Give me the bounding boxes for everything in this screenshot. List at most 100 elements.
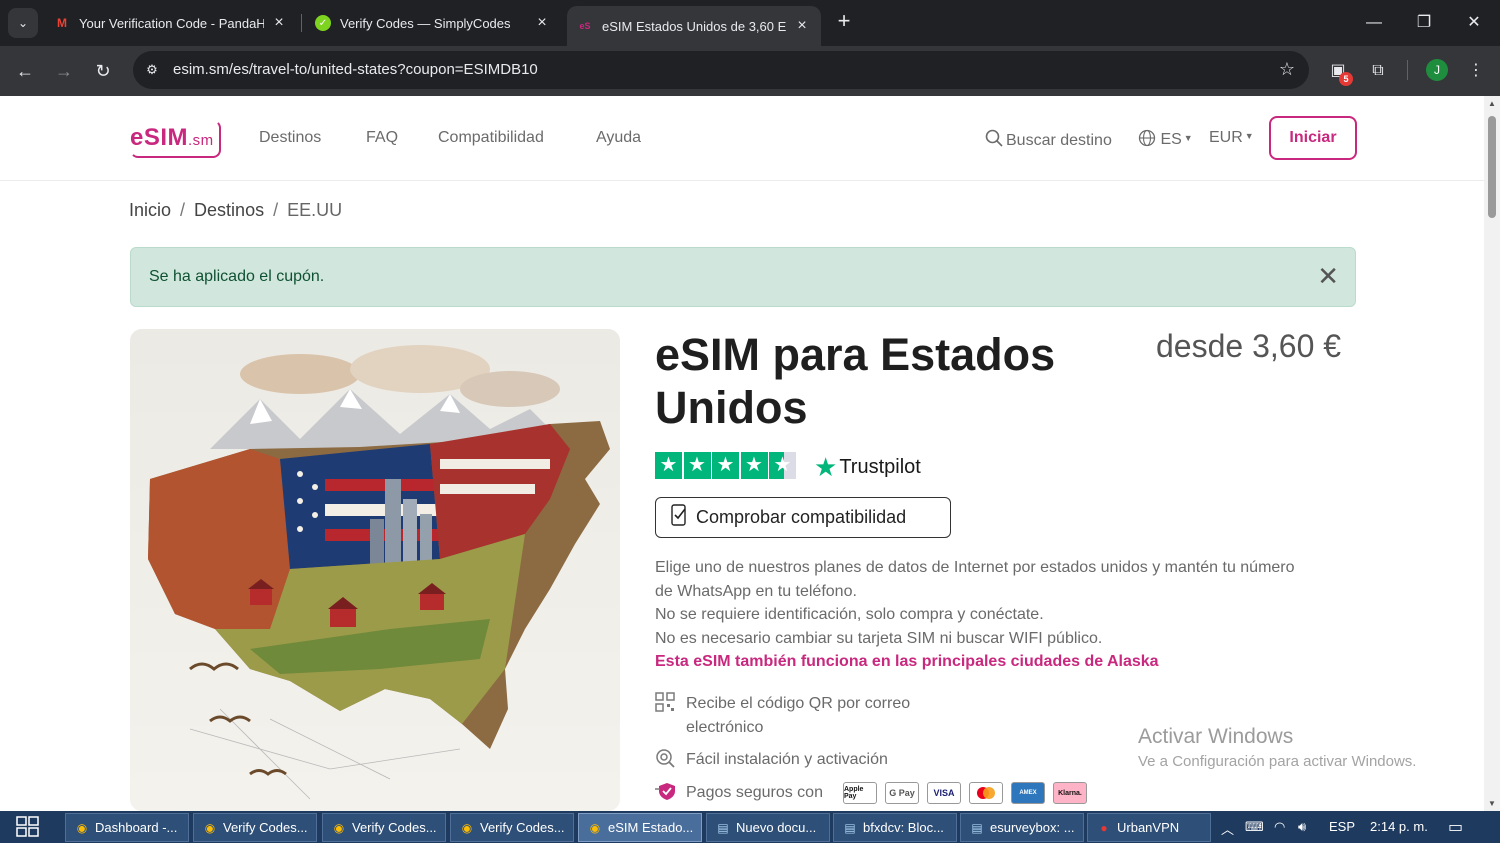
close-tab-icon[interactable]: ×: [270, 14, 288, 32]
start-grid-icon[interactable]: [16, 816, 40, 838]
urbanvpn-icon: ●: [1100, 820, 1108, 835]
star-icon: ★: [683, 452, 711, 479]
browser-toolbar: ← → ↻ ⚙ esim.sm/es/travel-to/united-stat…: [0, 46, 1500, 96]
caret-down-icon: ▼: [1244, 131, 1254, 141]
reload-icon[interactable]: ↻: [88, 56, 118, 86]
browser-tab-simplycodes[interactable]: ✓ Verify Codes — SimplyCodes ×: [305, 6, 561, 40]
new-tab-button[interactable]: +: [833, 10, 855, 33]
taskbar-item[interactable]: ▤ bfxdcv: Bloc...: [833, 813, 957, 842]
search-label: Buscar destino: [1006, 131, 1112, 149]
bookmark-star-icon[interactable]: ☆: [1279, 59, 1295, 80]
taskbar-item[interactable]: ● UrbanVPN: [1087, 813, 1211, 842]
tab-divider: [301, 14, 302, 32]
chrome-icon: ◉: [589, 820, 601, 835]
site-header: eSIM.sm Destinos FAQ Compatibilidad Ayud…: [0, 96, 1484, 181]
trustpilot-star-icon: ★: [814, 452, 838, 482]
taskbar-item[interactable]: ▤ esurveybox: ...: [960, 813, 1084, 842]
google-pay-icon: G Pay: [885, 782, 919, 804]
site-settings-icon[interactable]: ⚙: [142, 60, 162, 80]
url-text[interactable]: esim.sm/es/travel-to/united-states?coupo…: [173, 61, 538, 78]
taskbar-item[interactable]: ◉ Verify Codes...: [193, 813, 317, 842]
nav-compatibilidad[interactable]: Compatibilidad: [438, 129, 544, 147]
feature-text: Pagos seguros con: [686, 784, 823, 801]
tray-chevron-up-icon[interactable]: ︿: [1221, 819, 1234, 838]
profile-avatar[interactable]: J: [1426, 59, 1448, 81]
coupon-alert: Se ha aplicado el cupón. ✕: [130, 247, 1356, 307]
chrome-icon: ◉: [204, 820, 216, 835]
feature-text: Fácil instalación y activación: [686, 751, 888, 768]
tab-title: Verify Codes — SimplyCodes: [340, 15, 511, 31]
notepad-icon: ▤: [717, 820, 729, 835]
minimize-icon[interactable]: —: [1352, 8, 1396, 38]
windows-activation-title: Activar Windows: [1138, 725, 1294, 748]
breadcrumb-destinos[interactable]: Destinos: [194, 200, 264, 220]
chrome-icon: ◉: [333, 820, 345, 835]
star-icon: ★: [712, 452, 739, 479]
input-language[interactable]: ESP: [1329, 819, 1355, 834]
extension-badge: 5: [1339, 72, 1353, 86]
chrome-icon: ◉: [76, 820, 88, 835]
clock[interactable]: 2:14 p. m.: [1370, 819, 1428, 834]
back-icon[interactable]: ←: [10, 56, 40, 86]
alert-message: Se ha aplicado el cupón.: [149, 268, 325, 285]
esim-icon: eS: [579, 21, 591, 31]
volume-icon[interactable]: 🔊︎: [1298, 819, 1306, 835]
tab-title: Your Verification Code - PandaH: [79, 15, 264, 31]
globe-icon: [1138, 129, 1160, 148]
scroll-down-icon[interactable]: ▼: [1488, 799, 1496, 808]
wifi-icon[interactable]: ◠: [1274, 819, 1285, 835]
close-tab-icon[interactable]: ×: [793, 17, 811, 35]
address-bar[interactable]: ⚙ esim.sm/es/travel-to/united-states?cou…: [133, 51, 1309, 89]
language-selector[interactable]: ES ▼: [1138, 129, 1193, 149]
scrollbar-thumb[interactable]: [1488, 116, 1496, 218]
browser-tab-esim[interactable]: eS eSIM Estados Unidos de 3,60 EU ×: [567, 6, 821, 46]
browser-tab-gmail[interactable]: M Your Verification Code - PandaH ×: [44, 6, 298, 40]
taskbar-item[interactable]: ▤ Nuevo docu...: [706, 813, 830, 842]
feature-text: electrónico: [686, 719, 764, 736]
chrome-icon: ◉: [461, 820, 473, 835]
notepad-icon: ▤: [971, 820, 983, 835]
apple-pay-icon: Apple Pay: [843, 782, 877, 804]
windows-activation-subtitle: Ve a Configuración para activar Windows.: [1138, 753, 1417, 770]
qr-code-icon: [655, 692, 677, 719]
page-scrollbar[interactable]: ▲ ▼: [1484, 96, 1500, 811]
search-destination-link[interactable]: Buscar destino: [985, 129, 1112, 152]
breadcrumb-inicio[interactable]: Inicio: [129, 200, 171, 220]
taskbar-item[interactable]: ◉ Verify Codes...: [322, 813, 446, 842]
product-description: Elige uno de nuestros planes de datos de…: [655, 556, 1315, 674]
language-label: ES: [1160, 131, 1182, 148]
close-window-icon[interactable]: ✕: [1452, 8, 1496, 38]
nav-ayuda[interactable]: Ayuda: [596, 129, 641, 147]
tray-keyboard-icon[interactable]: ⌨: [1245, 819, 1264, 835]
scroll-up-icon[interactable]: ▲: [1488, 99, 1496, 108]
visa-icon: VISA: [927, 782, 961, 804]
forward-icon[interactable]: →: [49, 56, 79, 86]
nav-faq[interactable]: FAQ: [366, 129, 398, 147]
close-icon[interactable]: ✕: [1317, 262, 1339, 290]
taskbar-item[interactable]: ◉ Dashboard -...: [65, 813, 189, 842]
trustpilot-logo[interactable]: ★ Trustpilot: [814, 452, 921, 483]
taskbar-item[interactable]: ◉ Verify Codes...: [450, 813, 574, 842]
close-tab-icon[interactable]: ×: [533, 14, 551, 32]
compat-button-label: Comprobar compatibilidad: [696, 507, 907, 527]
taskbar-item-active[interactable]: ◉ eSIM Estado...: [578, 813, 702, 842]
menu-kebab-icon[interactable]: ⋮: [1463, 58, 1489, 84]
currency-selector[interactable]: EUR ▼: [1209, 129, 1254, 147]
notepad-icon: ▤: [844, 820, 856, 835]
login-button[interactable]: Iniciar: [1269, 116, 1357, 160]
check-compatibility-button[interactable]: Comprobar compatibilidad: [655, 497, 951, 538]
description-line: No es necesario cambiar su tarjeta SIM n…: [655, 629, 1103, 647]
nav-destinos[interactable]: Destinos: [259, 129, 321, 147]
tab-search-button[interactable]: ⌄: [8, 8, 38, 38]
star-icon: ★: [655, 452, 682, 479]
esim-logo[interactable]: eSIM.sm: [130, 120, 221, 158]
windows-taskbar: ◉ Dashboard -... ◉ Verify Codes... ◉ Verify…: [0, 811, 1500, 843]
extensions-puzzle-icon[interactable]: ⧉: [1365, 58, 1391, 84]
amex-icon: AMEX: [1011, 782, 1045, 804]
breadcrumb-separator: /: [180, 200, 186, 220]
restore-icon[interactable]: ❐: [1402, 8, 1446, 38]
toolbar-divider: [1407, 60, 1408, 80]
description-line: No se requiere identificación, solo comp…: [655, 606, 1044, 623]
tab-title: eSIM Estados Unidos de 3,60 EU: [602, 18, 787, 34]
notifications-icon[interactable]: ▭: [1448, 817, 1463, 837]
